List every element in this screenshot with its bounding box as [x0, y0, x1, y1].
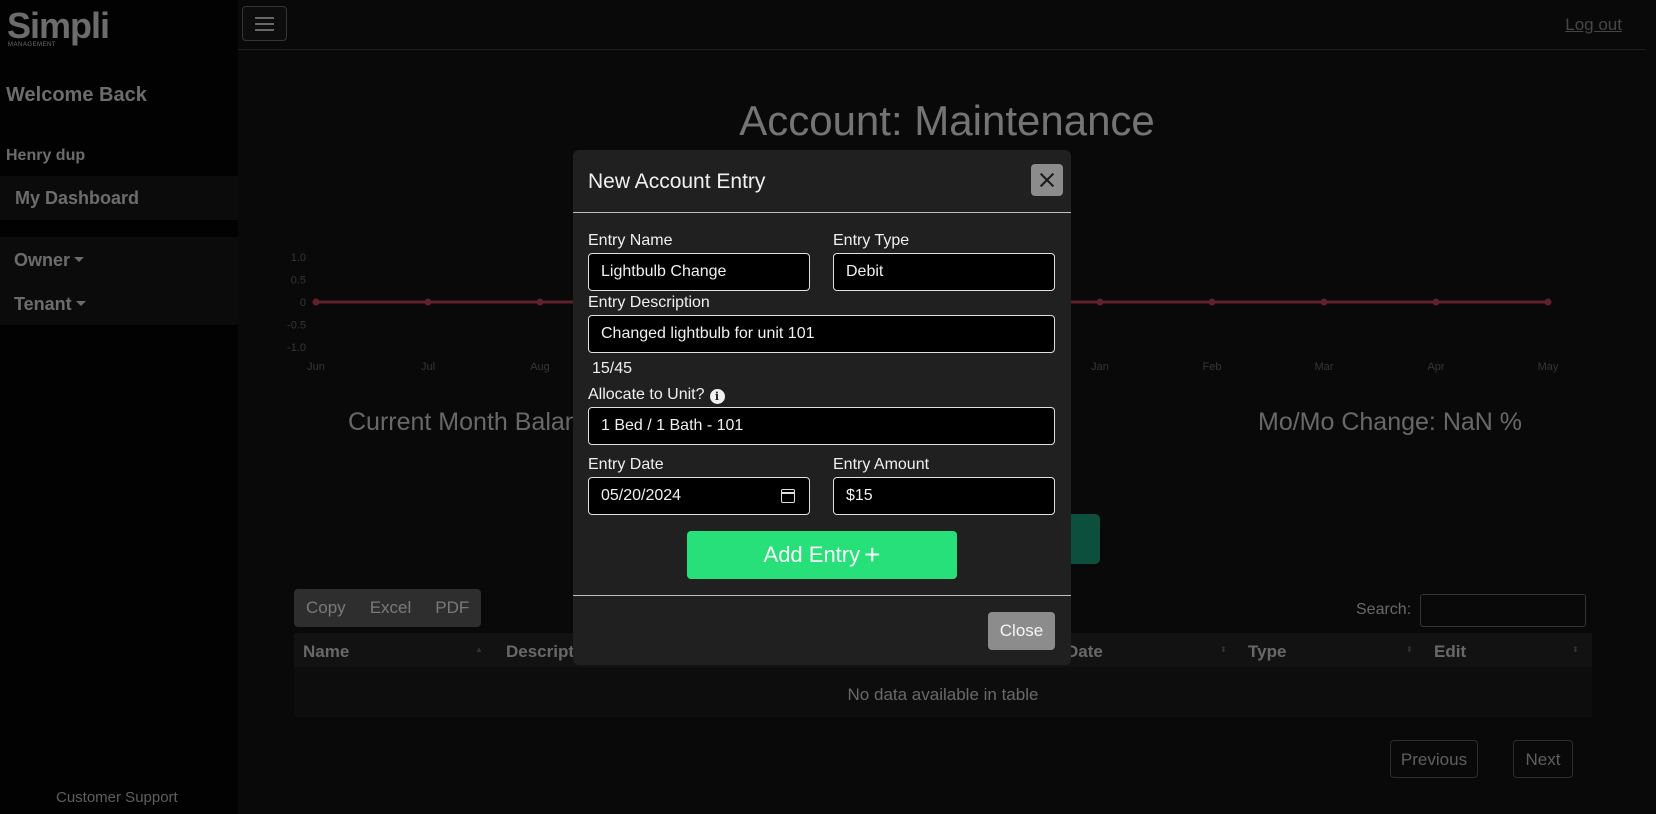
- entry-description-label: Entry Description: [588, 294, 710, 311]
- close-button[interactable]: Close: [988, 612, 1055, 650]
- modal-header-divider: [573, 212, 1071, 213]
- allocate-unit-label-text: Allocate to Unit?: [588, 386, 705, 403]
- entry-type-label: Entry Type: [833, 232, 910, 249]
- allocate-unit-label: Allocate to Unit? i: [588, 386, 725, 404]
- entry-date-label: Entry Date: [588, 456, 664, 473]
- calendar-icon[interactable]: [781, 489, 795, 503]
- entry-date-input[interactable]: 05/20/2024: [588, 477, 810, 515]
- new-account-entry-modal: New Account Entry Entry Name Lightbulb C…: [573, 150, 1071, 665]
- add-entry-button[interactable]: Add Entry +: [687, 531, 957, 579]
- modal-title: New Account Entry: [588, 170, 766, 193]
- entry-date-value: 05/20/2024: [601, 487, 682, 504]
- plus-icon: +: [864, 539, 881, 570]
- info-icon[interactable]: i: [709, 389, 725, 404]
- modal-footer-divider: [573, 595, 1071, 596]
- entry-description-input[interactable]: Changed lightbulb for unit 101: [588, 315, 1055, 353]
- entry-name-label: Entry Name: [588, 232, 673, 249]
- close-icon[interactable]: [1031, 164, 1063, 196]
- add-entry-label: Add Entry: [763, 542, 861, 567]
- entry-name-input[interactable]: Lightbulb Change: [588, 253, 810, 291]
- entry-type-input[interactable]: Debit: [833, 253, 1055, 291]
- allocate-unit-select[interactable]: 1 Bed / 1 Bath - 101: [588, 407, 1055, 445]
- entry-amount-input[interactable]: $15: [833, 477, 1055, 515]
- character-counter: 15/45: [592, 360, 633, 377]
- entry-amount-label: Entry Amount: [833, 456, 930, 473]
